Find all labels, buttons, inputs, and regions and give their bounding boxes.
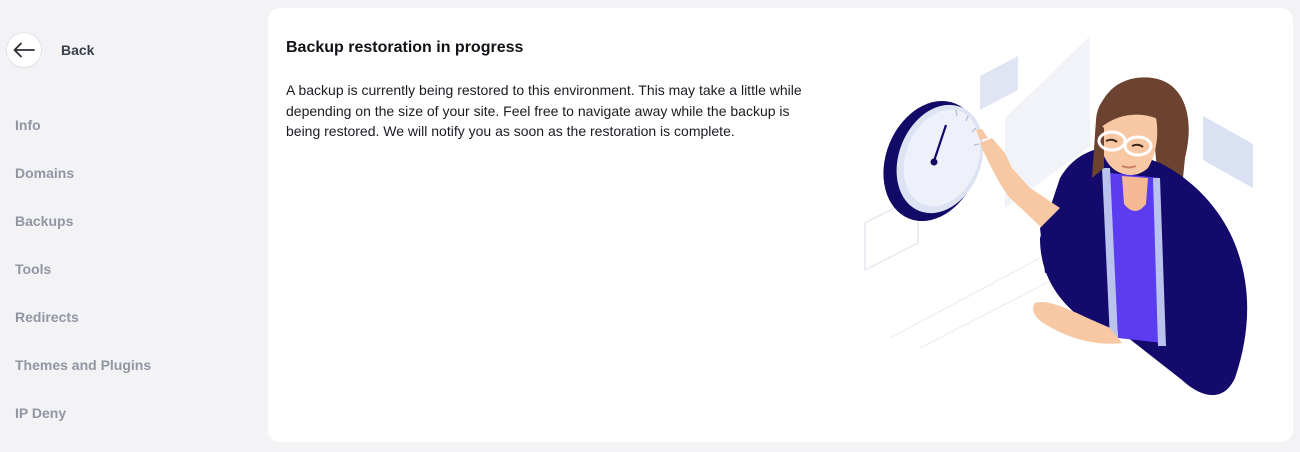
clock-icon: [883, 100, 984, 222]
sidebar-nav: Info Domains Backups Tools Redirects The…: [15, 101, 151, 437]
page-title: Backup restoration in progress: [286, 39, 524, 56]
sidebar: Back Info Domains Backups Tools Redirect…: [0, 0, 268, 452]
sidebar-item-domains[interactable]: Domains: [15, 149, 151, 197]
app: Back Info Domains Backups Tools Redirect…: [0, 0, 1300, 452]
sidebar-item-tools[interactable]: Tools: [15, 245, 151, 293]
arrow-left-icon: [13, 42, 35, 58]
sidebar-item-redirects[interactable]: Redirects: [15, 293, 151, 341]
person-with-clock-illustration: [864, 36, 1253, 396]
back-circle[interactable]: [6, 32, 42, 68]
restoration-card: Backup restoration in progress A backup …: [268, 8, 1293, 442]
back-label: Back: [61, 42, 95, 58]
sidebar-item-ip-deny[interactable]: IP Deny: [15, 389, 151, 437]
restoration-description: A backup is currently being restored to …: [286, 82, 802, 139]
sidebar-item-backups[interactable]: Backups: [15, 197, 151, 245]
sidebar-item-themes-and-plugins[interactable]: Themes and Plugins: [15, 341, 151, 389]
back-button[interactable]: Back: [6, 32, 94, 68]
sidebar-item-info[interactable]: Info: [15, 101, 151, 149]
